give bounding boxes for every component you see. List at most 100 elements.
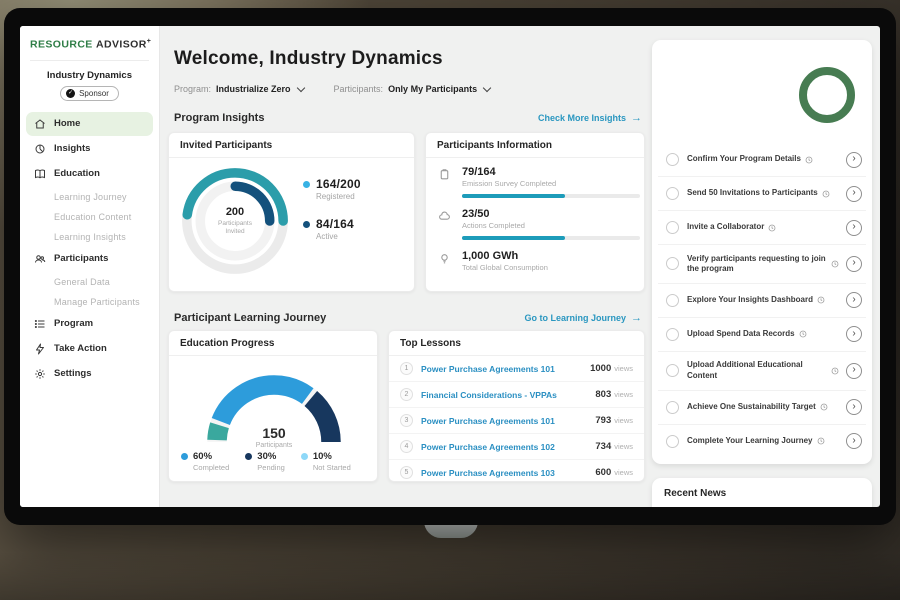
lesson-row: 5 Power Purchase Agreements 103 600 view… (389, 460, 644, 485)
go-to-learning-journey-link[interactable]: Go to Learning Journey → (524, 312, 642, 324)
invited-count: 200 (226, 206, 244, 218)
sidebar-item-home[interactable]: Home (26, 112, 153, 136)
sidebar-item-participants[interactable]: Participants (26, 247, 153, 271)
task-open-button[interactable]: › (846, 186, 862, 202)
legend-registered: 164/200 Registered (303, 177, 361, 201)
sidebar-item-manage-participants[interactable]: Manage Participants (26, 292, 153, 312)
task-checkbox[interactable] (666, 257, 679, 270)
gear-icon (34, 368, 46, 380)
sidebar-item-learning-journey[interactable]: Learning Journey (26, 187, 153, 207)
logo-secondary: ADVISOR (96, 39, 147, 51)
lesson-row: 1 Power Purchase Agreements 101 1000 vie… (389, 356, 644, 382)
task-open-button[interactable]: › (846, 152, 862, 168)
recent-news-card: Recent News (652, 478, 872, 507)
sidebar-item-education-content[interactable]: Education Content (26, 207, 153, 227)
rank-badge: 4 (400, 440, 413, 453)
sponsor-icon: ✓ (66, 89, 75, 98)
task-checkbox[interactable] (666, 401, 679, 414)
legend-dot (303, 221, 310, 228)
views-count: 793 (595, 415, 611, 426)
participants-count-label: Participants (199, 442, 349, 449)
lesson-link[interactable]: Power Purchase Agreements 101 (421, 416, 595, 426)
sidebar-item-label: Learning Insights (54, 232, 126, 242)
task-checkbox[interactable] (666, 328, 679, 341)
views-count: 734 (595, 441, 611, 452)
task-row: Send 50 Invitations to Participants › (658, 177, 866, 211)
insights-cards-row: Invited Participants 200 Participants In… (168, 132, 645, 292)
rank-badge: 3 (400, 414, 413, 427)
sidebar: RESOURCE ADVISOR+ Industry Dynamics ✓ Sp… (20, 26, 160, 507)
lesson-link[interactable]: Financial Considerations - VPPAs (421, 390, 595, 400)
task-checkbox[interactable] (666, 187, 679, 200)
task-checkbox[interactable] (666, 435, 679, 448)
task-checkbox[interactable] (666, 221, 679, 234)
logo-primary: RESOURCE (30, 39, 93, 51)
views-count: 600 (595, 467, 611, 478)
views-count: 1000 (590, 363, 611, 374)
org-name: Industry Dynamics (20, 61, 159, 81)
legend-pending: 30% Pending (245, 451, 285, 472)
check-more-insights-link[interactable]: Check More Insights → (538, 112, 642, 124)
task-open-button[interactable]: › (846, 292, 862, 308)
home-icon (34, 118, 46, 130)
collapse-tasks-link[interactable]: Collapse Tasks ∧ (658, 458, 866, 464)
program-dropdown[interactable]: Program: Industrialize Zero (174, 84, 304, 94)
participants-dropdown[interactable]: Participants: Only My Participants (334, 84, 491, 94)
task-label: Send 50 Invitations to Participants (687, 188, 818, 198)
clock-icon (822, 190, 830, 198)
progress-track (462, 236, 640, 240)
task-row: Achieve One Sustainability Target › (658, 391, 866, 425)
task-open-button[interactable]: › (846, 433, 862, 449)
legend-label: Registered (316, 192, 361, 201)
legend-completed: 60% Completed (181, 451, 229, 472)
task-open-button[interactable]: › (846, 363, 862, 379)
invited-participants-card: Invited Participants 200 Participants In… (168, 132, 415, 292)
sidebar-item-settings[interactable]: Settings (26, 362, 153, 386)
sidebar-item-label: General Data (54, 277, 110, 287)
task-checkbox[interactable] (666, 294, 679, 307)
dashboard-screen: RESOURCE ADVISOR+ Industry Dynamics ✓ Sp… (20, 26, 880, 507)
task-open-button[interactable]: › (846, 220, 862, 236)
education-gauge-chart: 150 Participants (199, 367, 349, 445)
sidebar-item-label: Settings (54, 368, 91, 379)
clock-icon (820, 403, 828, 411)
program-label: Program: (174, 84, 211, 94)
sidebar-item-take-action[interactable]: Take Action (26, 337, 153, 361)
lesson-row: 2 Financial Considerations - VPPAs 803 v… (389, 382, 644, 408)
clock-icon (831, 260, 839, 268)
lesson-link[interactable]: Power Purchase Agreements 102 (421, 442, 595, 452)
sidebar-item-general-data[interactable]: General Data (26, 272, 153, 292)
task-open-button[interactable]: › (846, 326, 862, 342)
gauge-center: 150 Participants (199, 425, 349, 449)
task-open-button[interactable]: › (846, 256, 862, 272)
sidebar-item-label: Manage Participants (54, 297, 140, 307)
card-title: Participants Information (426, 133, 644, 158)
task-checkbox[interactable] (666, 153, 679, 166)
page-title: Welcome, Industry Dynamics (174, 48, 443, 70)
legend-active: 84/164 Active (303, 217, 361, 241)
lesson-link[interactable]: Power Purchase Agreements 103 (421, 468, 595, 478)
stat-value: 23/50 (462, 208, 640, 220)
chevron-down-icon (483, 84, 491, 92)
stat-body: 1,000 GWh Total Global Consumption (462, 250, 548, 272)
rank-badge: 1 (400, 362, 413, 375)
clock-icon (831, 367, 839, 375)
lesson-link[interactable]: Power Purchase Agreements 101 (421, 364, 590, 374)
sidebar-item-education[interactable]: Education (26, 162, 153, 186)
task-label: Explore Your Insights Dashboard (687, 295, 813, 305)
sidebar-item-insights[interactable]: Insights (26, 137, 153, 161)
task-open-button[interactable]: › (846, 399, 862, 415)
stat-body: 23/50 Actions Completed (462, 208, 640, 240)
chevron-down-icon (296, 84, 304, 92)
program-value: Industrialize Zero (216, 84, 291, 94)
clipboard-icon (670, 92, 679, 101)
sidebar-item-label: Education Content (54, 212, 131, 222)
sidebar-item-program[interactable]: Program (26, 312, 153, 336)
link-label: Go to Learning Journey (524, 313, 626, 323)
app-logo: RESOURCE ADVISOR+ (30, 26, 149, 61)
sidebar-item-learning-insights[interactable]: Learning Insights (26, 227, 153, 247)
participants-value: Only My Participants (388, 84, 477, 94)
task-checkbox[interactable] (666, 364, 679, 377)
todo-header: Your To Do List Complete Your Next Task:… (658, 46, 866, 143)
clipboard-icon (438, 166, 453, 198)
